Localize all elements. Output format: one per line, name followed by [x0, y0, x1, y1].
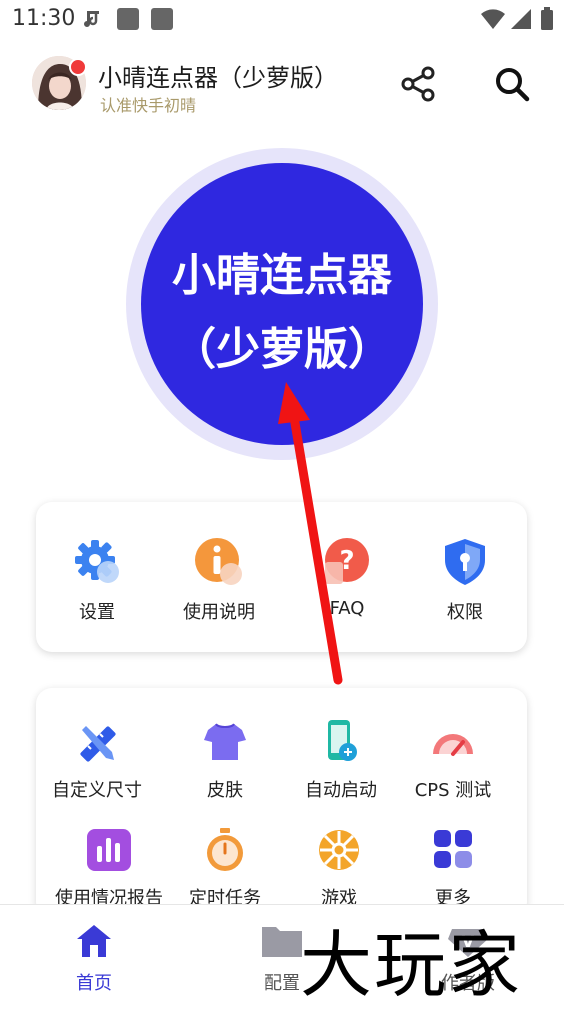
wifi-icon: [481, 9, 505, 29]
app-title: 小晴连点器（少萝版）: [98, 64, 338, 92]
speedometer-icon: [433, 734, 473, 756]
battery-icon: [541, 7, 553, 30]
usage-report-button[interactable]: 使用情况报告: [48, 826, 170, 910]
status-time: 11:30: [12, 6, 76, 31]
main-button-line1: 小晴连点器: [172, 250, 392, 301]
phone-link-icon: [328, 720, 357, 761]
nav-home[interactable]: 首页: [24, 921, 164, 995]
more-button[interactable]: 更多: [392, 826, 514, 910]
status-bar: 11:30: [0, 0, 564, 38]
settings-button[interactable]: 设置: [36, 536, 158, 624]
folder-icon: [262, 927, 302, 957]
watermark: 大玩家: [300, 923, 523, 1007]
app-header: 小晴连点器（少萝版） 认准快手初晴: [0, 52, 564, 118]
ruler-pencil-icon: [80, 726, 116, 762]
home-icon: [77, 925, 111, 957]
share-icon[interactable]: [398, 64, 438, 104]
nav-home-label: 首页: [76, 973, 112, 994]
faq-button[interactable]: ? FAQ: [286, 536, 408, 619]
grid-icon: [434, 830, 472, 868]
signal-icon: [511, 9, 531, 29]
game-button[interactable]: 游戏: [278, 826, 400, 910]
tshirt-icon: [204, 723, 246, 760]
info-icon: [195, 538, 242, 585]
permissions-button[interactable]: 权限: [404, 536, 526, 624]
permissions-label: 权限: [447, 602, 483, 623]
skin-button[interactable]: 皮肤: [164, 718, 286, 802]
music-note-icon: [84, 11, 99, 27]
instructions-label: 使用说明: [183, 602, 255, 623]
wheel-icon: [319, 830, 359, 870]
custom-size-button[interactable]: 自定义尺寸: [36, 718, 158, 802]
scheduled-task-button[interactable]: 定时任务: [164, 826, 286, 910]
stopwatch-icon: [207, 828, 243, 871]
custom-size-label: 自定义尺寸: [52, 780, 142, 801]
cps-test-button[interactable]: CPS 测试: [392, 718, 514, 802]
faq-label: FAQ: [329, 598, 365, 619]
cps-test-label: CPS 测试: [414, 780, 492, 801]
gear-icon: [75, 540, 119, 583]
instructions-button[interactable]: 使用说明: [158, 536, 280, 624]
bar-chart-icon: [87, 829, 131, 871]
shield-icon: [445, 539, 485, 585]
main-start-button[interactable]: 小晴连点器 （少萝版）: [141, 163, 423, 445]
quick-menu-card: 设置 使用说明 ? FAQ 权限: [36, 502, 527, 652]
app-notification-icon: [117, 8, 139, 30]
app-subtitle: 认准快手初晴: [100, 96, 197, 115]
app-notification-icon: [151, 8, 173, 30]
skin-label: 皮肤: [207, 780, 243, 801]
auto-start-button[interactable]: 自动启动: [280, 718, 402, 802]
main-button-line2: （少萝版）: [172, 324, 392, 375]
notification-dot: [69, 58, 87, 76]
settings-label: 设置: [79, 602, 115, 623]
question-icon: ?: [325, 538, 369, 584]
tools-menu-card: 自定义尺寸 皮肤 自动启动 CPS 测试 使用情况报告 定时任务 游戏 更多: [36, 688, 527, 918]
search-icon[interactable]: [492, 64, 532, 104]
auto-start-label: 自动启动: [305, 780, 377, 801]
